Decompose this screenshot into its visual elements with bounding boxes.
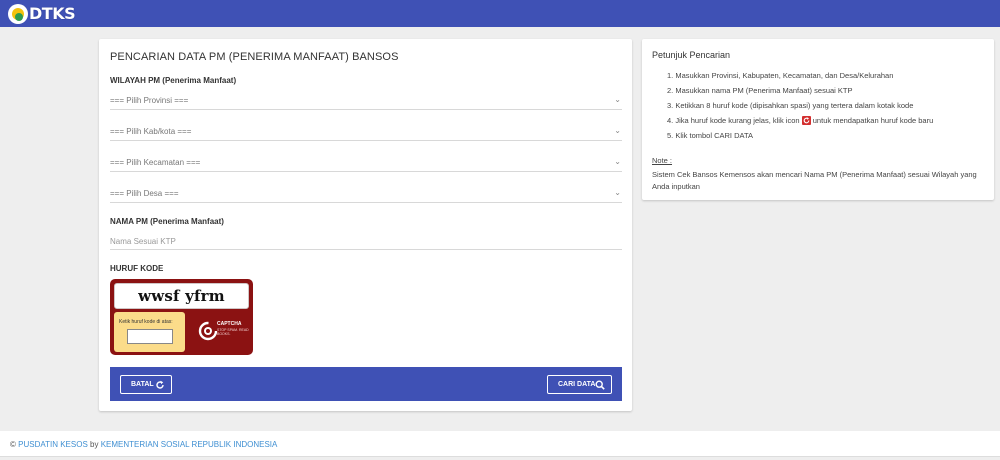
guide-step: 2. Masukkan nama PM (Penerima Manfaat) s… [667,86,853,95]
guide-step-refresh: 4. Jika huruf kode kurang jelas, klik ic… [667,116,933,125]
page-title: PENCARIAN DATA PM (PENERIMA MANFAAT) BAN… [110,51,399,63]
chevron-down-icon: ⌄ [614,95,621,104]
guide-step: 5. Klik tombol CARI DATA [667,131,753,140]
guide-card: Petunjuk Pencarian 1. Masukkan Provinsi,… [642,39,994,200]
province-select[interactable]: === Pilih Provinsi === ⌄ [110,94,622,110]
village-select[interactable]: === Pilih Desa === ⌄ [110,187,622,203]
region-label: WILAYAH PM (Penerima Manfaat) [110,76,237,85]
note-text: Sistem Cek Bansos Kemensos akan mencari … [652,170,977,191]
captcha-image: wwsf yfrm [114,283,249,309]
refresh-icon [801,116,811,125]
cancel-button-label: BATAL [131,381,154,388]
chevron-down-icon: ⌄ [614,188,621,197]
guide-step-text: untuk mendapatkan huruf kode baru [812,116,934,125]
top-navbar: DTKS [0,0,1000,27]
chevron-down-icon: ⌄ [614,126,621,135]
captcha-entry-label: Ketik huruf kode di atas: [119,319,173,325]
guide-step-text: 4. Jika huruf kode kurang jelas, klik ic… [667,116,800,125]
name-label: NAMA PM (Penerima Manfaat) [110,217,224,226]
footer-text: © PUSDATIN KESOS by KEMENTERIAN SOSIAL R… [10,440,277,449]
footer-by: by [90,440,99,449]
refresh-icon [156,380,164,389]
ministry-link[interactable]: KEMENTERIAN SOSIAL REPUBLIK INDONESIA [101,440,278,449]
name-input[interactable]: Nama Sesuai KTP [110,234,622,250]
dtks-logo[interactable]: DTKS [8,3,76,24]
dtks-logo-icon [8,3,28,24]
code-label: HURUF KODE [110,264,164,273]
note-label: Note : [652,156,673,165]
district-select[interactable]: === Pilih Kecamatan === ⌄ [110,156,622,172]
search-card: PENCARIAN DATA PM (PENERIMA MANFAAT) BAN… [99,39,632,411]
captcha-brand: CAPTCHA STOP SPAM. READ BOOKS. [194,317,250,347]
city-select-value: === Pilih Kab/kota === [110,127,192,136]
captcha-input[interactable] [127,329,173,344]
copyright-symbol: © [10,440,16,449]
name-input-placeholder: Nama Sesuai KTP [110,237,176,246]
chevron-down-icon: ⌄ [614,157,621,166]
search-button[interactable]: CARI DATA [547,375,612,394]
captcha-brand-name: CAPTCHA [217,321,242,327]
guide-title: Petunjuk Pencarian [652,50,731,60]
guide-step: 1. Masukkan Provinsi, Kabupaten, Kecamat… [667,71,894,80]
captcha-entry-box: Ketik huruf kode di atas: [114,312,185,352]
captcha-tagline: STOP SPAM. READ BOOKS. [217,328,249,336]
search-button-label: CARI DATA [558,381,596,388]
action-bar: BATAL CARI DATA [110,367,622,401]
guide-step: 3. Ketikkan 8 huruf kode (dipisahkan spa… [667,101,914,110]
refresh-icon[interactable] [197,320,219,342]
cancel-button[interactable]: BATAL [120,375,172,394]
district-select-value: === Pilih Kecamatan === [110,158,201,167]
search-icon [595,380,605,390]
pusdatin-link[interactable]: PUSDATIN KESOS [18,440,88,449]
village-select-value: === Pilih Desa === [110,189,179,198]
province-select-value: === Pilih Provinsi === [110,96,189,105]
city-select[interactable]: === Pilih Kab/kota === ⌄ [110,125,622,141]
captcha-widget: wwsf yfrm Ketik huruf kode di atas: CAPT… [110,279,253,355]
footer: © PUSDATIN KESOS by KEMENTERIAN SOSIAL R… [0,431,1000,457]
logo-text: DTKS [29,4,76,23]
